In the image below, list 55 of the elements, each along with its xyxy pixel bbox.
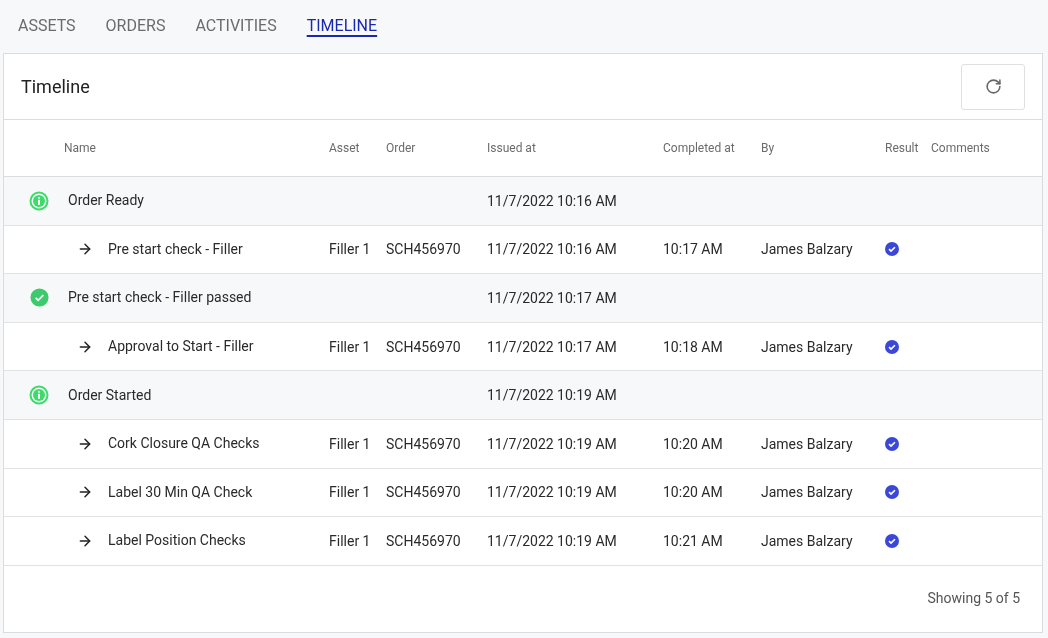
column-header: Result <box>885 140 920 157</box>
step-name: Approval to Start - Filler <box>108 337 254 357</box>
issued-at-cell: 11/7/2022 10:19 AM <box>487 387 617 404</box>
event-name: Order Started <box>68 385 152 405</box>
panel-title: Timeline <box>21 75 90 99</box>
event-name: Pre start check - Filler passed <box>68 288 252 308</box>
column-header: Name <box>64 140 97 157</box>
step-name: Label 30 Min QA Check <box>108 482 253 502</box>
asset-cell: Filler 1 <box>329 435 371 452</box>
info-icon <box>29 385 49 406</box>
completed-at-cell: 10:21 AM <box>663 532 723 549</box>
step-name: Pre start check - Filler <box>108 239 243 259</box>
by-cell: James Balzary <box>761 532 853 549</box>
asset-cell: Filler 1 <box>329 532 371 549</box>
issued-at-cell: 11/7/2022 10:16 AM <box>487 241 617 258</box>
tab[interactable]: ORDERS <box>105 14 166 40</box>
order-cell: SCH456970 <box>386 532 461 549</box>
order-cell: SCH456970 <box>386 484 461 501</box>
by-cell: James Balzary <box>761 484 853 501</box>
completed-at-cell: 10:18 AM <box>663 338 723 355</box>
completed-at-cell: 10:17 AM <box>663 241 723 258</box>
refresh-button[interactable] <box>961 63 1025 110</box>
by-cell: James Balzary <box>761 338 853 355</box>
order-cell: SCH456970 <box>386 338 461 355</box>
column-header: Comments <box>931 140 991 157</box>
info-icon <box>29 190 49 211</box>
completed-at-cell: 10:20 AM <box>663 484 723 501</box>
tab[interactable]: ASSETS <box>18 14 76 40</box>
tab[interactable]: TIMELINE <box>306 14 378 40</box>
issued-at-cell: 11/7/2022 10:17 AM <box>487 338 617 355</box>
order-cell: SCH456970 <box>386 241 461 258</box>
issued-at-cell: 11/7/2022 10:16 AM <box>487 192 617 209</box>
asset-cell: Filler 1 <box>329 241 371 258</box>
asset-cell: Filler 1 <box>329 338 371 355</box>
step-name: Cork Closure QA Checks <box>108 434 260 454</box>
asset-cell: Filler 1 <box>329 484 371 501</box>
refresh-icon <box>984 78 1002 95</box>
issued-at-cell: 11/7/2022 10:19 AM <box>487 532 617 549</box>
completed-at-cell: 10:20 AM <box>663 435 723 452</box>
column-header: By <box>761 140 776 157</box>
event-name: Order Ready <box>68 191 144 211</box>
check-circle-icon <box>29 288 49 308</box>
column-header: Order <box>386 140 417 157</box>
order-cell: SCH456970 <box>386 435 461 452</box>
column-header: Completed at <box>663 140 736 157</box>
step-name: Label Position Checks <box>108 531 246 551</box>
issued-at-cell: 11/7/2022 10:17 AM <box>487 290 617 306</box>
issued-at-cell: 11/7/2022 10:19 AM <box>487 435 617 452</box>
pagination-summary: Showing 5 of 5 <box>927 589 1020 609</box>
tab[interactable]: ACTIVITIES <box>195 14 277 40</box>
issued-at-cell: 11/7/2022 10:19 AM <box>487 484 617 501</box>
column-header: Asset <box>329 140 361 157</box>
column-header: Issued at <box>487 140 537 157</box>
by-cell: James Balzary <box>761 435 853 452</box>
by-cell: James Balzary <box>761 241 853 258</box>
